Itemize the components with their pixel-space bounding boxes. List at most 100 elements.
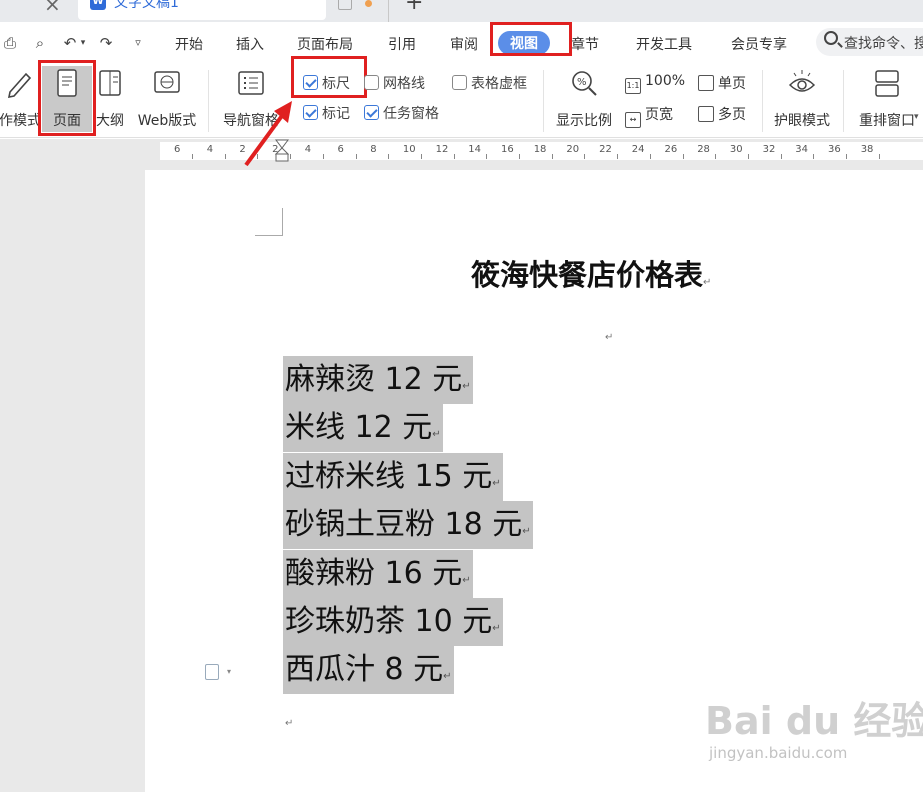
ruler-tick-label: 4: [304, 144, 312, 155]
ruler-tick-label: 20: [566, 144, 580, 155]
selected-line[interactable]: 酸辣粉 16 元↵: [283, 550, 473, 598]
outline-icon: [99, 70, 121, 96]
menu-developer[interactable]: 开发工具: [636, 34, 692, 54]
new-tab-icon[interactable]: +: [405, 0, 423, 14]
gridlines-checkbox[interactable]: 网格线: [364, 73, 425, 93]
paragraph-mark: ↵: [432, 429, 441, 440]
ruler-tick-label: 26: [664, 144, 678, 155]
menu-references[interactable]: 引用: [388, 34, 416, 54]
marks-checkbox[interactable]: 标记: [303, 103, 350, 123]
selected-line[interactable]: 珍珠奶茶 10 元↵: [283, 598, 503, 646]
paragraph-layout-icon[interactable]: [205, 664, 219, 680]
ruler-tick-label: 34: [795, 144, 809, 155]
ruler-tick-label: 8: [370, 144, 377, 155]
print-icon[interactable]: ⎙: [0, 34, 20, 52]
tab-divider: [388, 0, 389, 22]
eye-protection-label: 护眼模式: [774, 113, 830, 129]
zoom-100-label: 100%: [645, 73, 686, 89]
eye-protection-button[interactable]: 护眼模式: [770, 68, 834, 130]
paragraph-mark: ↵: [492, 623, 501, 634]
ruler-tick-label: 14: [468, 144, 482, 155]
ruler-tick-label: 6: [174, 144, 181, 155]
ruler-tick: [519, 154, 520, 159]
line-text: 过桥米线 15 元: [285, 459, 493, 494]
multi-page-icon: [698, 106, 714, 122]
checkbox-unchecked-icon: [364, 75, 379, 90]
single-page-button[interactable]: 单页: [698, 73, 746, 93]
ribbon-divider: [843, 70, 844, 132]
ruler-tick: [617, 154, 619, 159]
ruler-tick: [584, 154, 586, 159]
zoom-100-button[interactable]: 1:1 100%: [625, 73, 685, 94]
table-gridlines-checkbox-label: 表格虚框: [471, 76, 527, 92]
selected-line[interactable]: 米线 12 元↵: [283, 404, 443, 452]
outline-label: 大纲: [96, 113, 124, 129]
close-tab-icon[interactable]: ×: [44, 0, 64, 14]
ruler-tick-label: 6: [337, 144, 344, 155]
task-pane-checkbox[interactable]: 任务窗格: [364, 103, 439, 123]
ruler-tick: [355, 154, 357, 159]
selected-line[interactable]: 砂锅土豆粉 18 元↵: [283, 501, 533, 549]
menu-home[interactable]: 开始: [175, 34, 203, 54]
table-gridlines-checkbox[interactable]: 表格虚框: [452, 73, 527, 93]
menu-member[interactable]: 会员专享: [731, 34, 787, 54]
single-page-icon: [698, 75, 714, 91]
zoom-ratio-button[interactable]: % 显示比例: [552, 68, 616, 130]
ruler-tick-label: 4: [206, 144, 214, 155]
marks-checkbox-label: 标记: [322, 106, 350, 122]
ruler-tick-label: 24: [631, 144, 645, 155]
ruler-tick: [747, 154, 749, 159]
one-to-one-icon: 1:1: [625, 78, 641, 94]
pin-icon[interactable]: [338, 0, 352, 10]
outline-view-button[interactable]: 大纲: [94, 68, 126, 130]
ruler-tick: [322, 154, 324, 159]
ruler-tick: [813, 154, 815, 159]
baidu-watermark: Bai du 经验 jingyan.baidu.com: [705, 690, 923, 780]
rearrange-windows-label: 重排窗口: [859, 113, 915, 129]
zoom-ratio-label: 显示比例: [556, 113, 612, 129]
paragraph-mark: ↵: [703, 277, 712, 288]
redo-icon[interactable]: ↷: [96, 34, 116, 52]
ruler-bar: 6 4 2 2 4 6 8 10 12 14 16 18 20 22 24 26 28 30 32 34 36 38: [0, 139, 923, 163]
highlight-page-view: [38, 60, 96, 136]
command-search[interactable]: 查找命令、搜: [816, 28, 923, 56]
document-tab[interactable]: W 文字文稿1: [78, 0, 326, 20]
ruler-tick-label: 22: [599, 144, 612, 155]
page-width-button[interactable]: ↔ 页宽: [625, 104, 673, 128]
line-text: 酸辣粉 16 元: [285, 556, 463, 591]
empty-paragraph-mark: ↵: [285, 718, 294, 729]
menu-insert[interactable]: 插入: [236, 34, 264, 54]
line-text: 西瓜汁 8 元: [285, 652, 444, 687]
paragraph-layout-dropdown-icon[interactable]: ▾: [227, 667, 231, 676]
rearrange-dropdown-icon[interactable]: ▾: [914, 112, 919, 122]
menu-review[interactable]: 审阅: [450, 34, 478, 54]
menu-bar: ⎙ ⌕ ↶ ▾ ↷ ▿ 开始 插入 页面布局 引用 审阅 视图 章节 开发工具 …: [0, 22, 923, 62]
svg-text:%: %: [577, 77, 587, 88]
web-layout-button[interactable]: Web版式: [134, 68, 200, 130]
rearrange-windows-button[interactable]: 重排窗口: [852, 68, 922, 130]
page-width-icon: ↔: [625, 112, 641, 128]
ruler-tick-label: 12: [435, 144, 449, 155]
ruler-tick: [224, 154, 226, 159]
tab-strip: × W 文字文稿1 +: [0, 0, 923, 22]
ruler-tick: [420, 154, 422, 159]
menu-page-layout[interactable]: 页面布局: [297, 34, 353, 54]
selected-line[interactable]: 麻辣烫 12 元↵: [283, 356, 473, 404]
ribbon-divider: [762, 70, 763, 132]
print-preview-icon[interactable]: ⌕: [30, 34, 50, 52]
customize-quick-access-icon[interactable]: ▿: [128, 34, 148, 52]
undo-dropdown-icon[interactable]: ▾: [78, 34, 88, 52]
checkbox-unchecked-icon: [452, 75, 467, 90]
ruler-tick-label: 38: [860, 144, 874, 155]
view-ribbon: 作模式 页面 大纲 Web版式 导航窗格 标尺 网格线 表格虚框 标记 任务窗格…: [0, 56, 923, 138]
multi-page-label: 多页: [718, 107, 746, 123]
menu-chapter[interactable]: 章节: [571, 34, 599, 54]
selected-line[interactable]: 西瓜汁 8 元↵: [283, 646, 454, 694]
ruler-tick-label: 16: [501, 144, 514, 155]
ruler-tick-label: 18: [533, 144, 547, 155]
ruler-tick-label: 36: [828, 144, 841, 155]
document-title[interactable]: 筱海快餐店价格表↵: [471, 252, 711, 294]
multi-page-button[interactable]: 多页: [698, 104, 746, 124]
undo-icon[interactable]: ↶: [60, 34, 80, 52]
selected-line[interactable]: 过桥米线 15 元↵: [283, 453, 503, 501]
